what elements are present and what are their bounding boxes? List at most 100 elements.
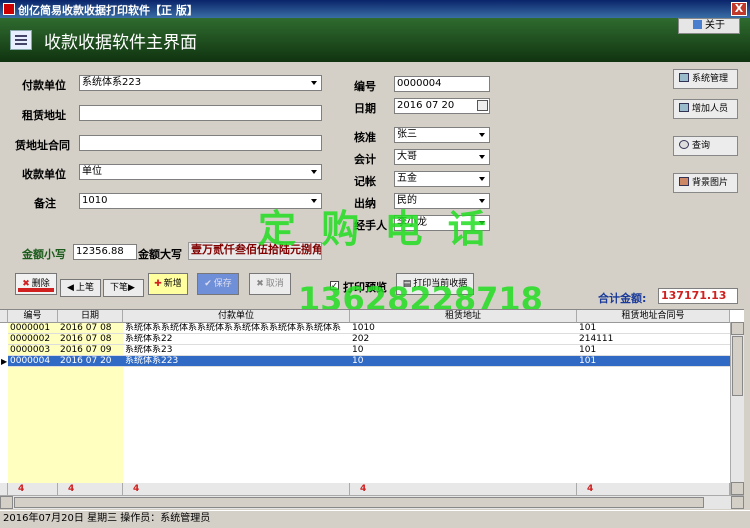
footer-count: 4 [58, 483, 123, 495]
background-image-button[interactable]: 背景图片 [673, 173, 738, 193]
chevron-down-icon[interactable] [307, 76, 321, 90]
table-cell[interactable]: 1010 [350, 323, 577, 334]
page-title: 收款收据软件主界面 [44, 33, 197, 53]
contract-input[interactable] [79, 135, 322, 151]
cancel-button[interactable]: ✖ 取消 [249, 273, 291, 295]
column-header[interactable]: 租赁地址 [350, 310, 577, 323]
print-current-button[interactable]: ▤ 打印当前收据 [396, 273, 474, 295]
table-row[interactable]: 0000003 2016 07 09 系统体系23 10 101 [8, 345, 730, 356]
chevron-down-icon[interactable] [475, 172, 489, 186]
vertical-scrollbar[interactable] [730, 322, 744, 495]
table-cell[interactable]: 10 [350, 345, 577, 356]
table-row[interactable]: ▶ 0000004 2016 07 20 系统体系223 10 101 [1, 356, 730, 367]
column-header[interactable]: 租赁地址合同号 [577, 310, 730, 323]
chevron-down-icon[interactable] [307, 165, 321, 179]
row-indicator-icon: ▶ [1, 357, 8, 366]
table-row[interactable]: 0000002 2016 07 08 系统体系22 202 214111 [8, 334, 730, 345]
query-button[interactable]: 查询 [673, 136, 738, 156]
footer-count: 4 [577, 483, 730, 495]
column-header[interactable]: 编号 [8, 310, 58, 323]
table-cell[interactable]: 2016 07 20 [58, 356, 123, 367]
scroll-up-icon[interactable] [731, 322, 744, 335]
table-cell[interactable]: 0000002 [8, 334, 58, 345]
note-value: 1010 [82, 195, 108, 206]
print-preview-label: 打印预览 [343, 281, 387, 294]
column-header[interactable]: 日期 [58, 310, 123, 323]
total-display: 137171.13 [658, 288, 738, 304]
table-cell[interactable]: 202 [350, 334, 577, 345]
add-button[interactable]: ✚ 新增 [148, 273, 188, 295]
amount-big-value: 壹万贰仟叁佰伍拾陆元捌角捌分 [191, 243, 322, 256]
chevron-down-icon[interactable] [475, 150, 489, 164]
payer-label: 付款单位 [22, 79, 66, 92]
table-cell[interactable]: 101 [577, 356, 730, 367]
table-cell[interactable]: 2016 07 08 [58, 334, 123, 345]
table-cell[interactable]: 0000003 [8, 345, 58, 356]
table-cell[interactable]: 0000001 [8, 323, 58, 334]
calendar-icon[interactable] [477, 100, 488, 111]
column-header[interactable]: 付款单位 [123, 310, 350, 323]
handler-label: 经手人 [354, 219, 387, 232]
add-user-button[interactable]: 增加人员 [673, 99, 738, 119]
table-cell[interactable]: 214111 [577, 334, 730, 345]
cashier-value: 民的 [397, 195, 417, 206]
table-cell[interactable]: 2016 07 09 [58, 345, 123, 356]
app-icon [3, 3, 15, 15]
number-input[interactable]: 0000004 [394, 76, 490, 92]
amount-big-label: 金额大写 [138, 248, 182, 261]
window-title: 创亿简易收款收据打印软件【正 版】 [18, 4, 198, 17]
scroll-down-icon[interactable] [731, 482, 744, 495]
save-label: 保存 [213, 279, 232, 289]
next-button[interactable]: 下笔▶ [103, 279, 144, 297]
image-icon [679, 177, 689, 186]
table-cell[interactable]: 系统体系系统体系系统体系系统体系系统体系系统体系 [123, 323, 350, 334]
about-button[interactable]: 关于 [678, 18, 740, 34]
chevron-down-icon[interactable] [307, 194, 321, 208]
total-label: 合计金额: [598, 292, 647, 305]
system-admin-button[interactable]: 系统管理 [673, 69, 738, 89]
chevron-down-icon[interactable] [475, 216, 489, 230]
accountant-combo[interactable]: 大哥 [394, 149, 490, 165]
close-button[interactable]: X [731, 2, 747, 16]
payer-combo[interactable]: 系统体系223 [79, 75, 322, 91]
table-cell[interactable]: 2016 07 08 [58, 323, 123, 334]
amount-small-input[interactable]: 12356.88 [73, 244, 137, 260]
query-label: 查询 [692, 141, 711, 151]
horizontal-scrollbar[interactable] [0, 495, 744, 509]
bookkeeper-combo[interactable]: 五金 [394, 171, 490, 187]
table-row[interactable]: 0000001 2016 07 08 系统体系系统体系系统体系系统体系系统体系系统体… [8, 323, 730, 334]
scroll-right-icon[interactable] [731, 496, 744, 509]
about-label: 关于 [705, 20, 725, 31]
prev-button[interactable]: ◀ 上笔 [60, 279, 101, 297]
table-cell[interactable]: 101 [577, 345, 730, 356]
print-preview-checkbox[interactable]: ✓ [330, 281, 339, 290]
approver-value: 张三 [397, 129, 417, 140]
approver-combo[interactable]: 张三 [394, 127, 490, 143]
table-cell[interactable]: 系统体系23 [123, 345, 350, 356]
scroll-left-icon[interactable] [0, 496, 13, 509]
date-picker[interactable]: 2016 07 20 [394, 98, 490, 114]
x-icon: ✖ [256, 279, 264, 289]
table-cell[interactable]: 系统体系223 [123, 356, 350, 367]
chevron-down-icon[interactable] [475, 128, 489, 142]
chevron-down-icon[interactable] [475, 194, 489, 208]
delete-button[interactable]: ✖ 删除 [15, 273, 57, 295]
cashier-label: 出纳 [354, 197, 376, 210]
cashier-combo[interactable]: 民的 [394, 193, 490, 209]
records-grid[interactable]: 编号 日期 付款单位 租赁地址 租赁地址合同号 0000001 2016 07 08 系统体… [0, 309, 744, 509]
note-combo[interactable]: 1010 [79, 193, 322, 209]
table-cell[interactable]: 0000004 [8, 356, 58, 367]
table-cell[interactable]: 系统体系22 [123, 334, 350, 345]
admin-icon [679, 73, 689, 82]
number-label: 编号 [354, 80, 376, 93]
arrow-left-icon: ◀ [67, 283, 74, 293]
rent-address-input[interactable] [79, 105, 322, 121]
handler-combo[interactable]: 李小龙 [394, 215, 490, 231]
date-value: 2016 07 20 [397, 100, 455, 111]
payee-combo[interactable]: 单位 [79, 164, 322, 180]
table-cell[interactable]: 101 [577, 323, 730, 334]
save-button[interactable]: ✔ 保存 [197, 273, 239, 295]
table-cell[interactable]: 10 [350, 356, 577, 367]
approver-label: 核准 [354, 131, 376, 144]
payee-value: 单位 [82, 166, 102, 177]
